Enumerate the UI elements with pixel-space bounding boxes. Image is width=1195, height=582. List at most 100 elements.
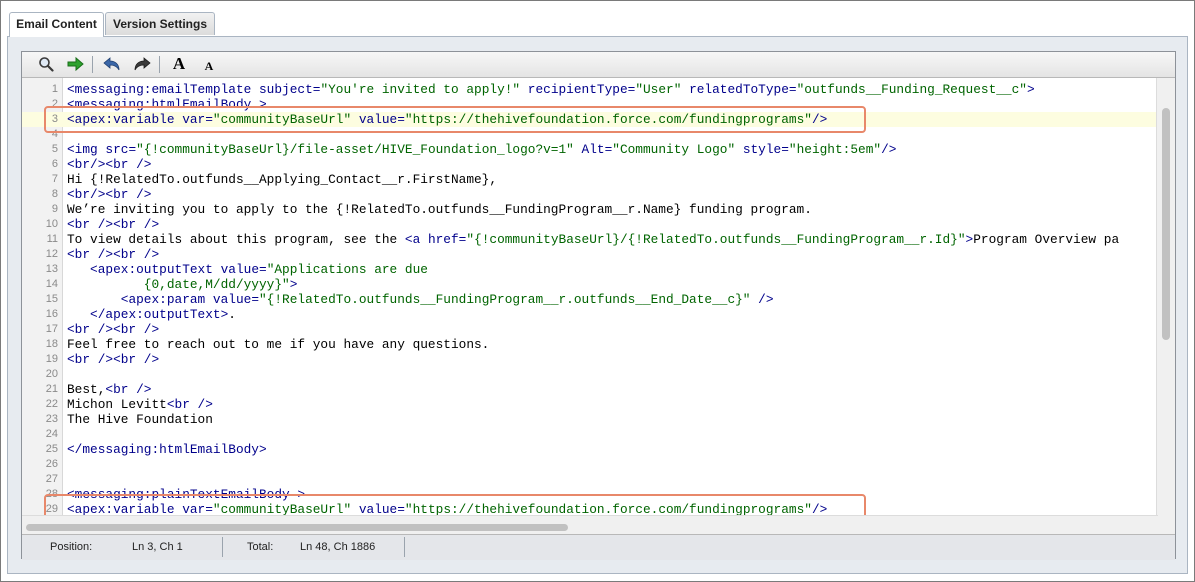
code-line-text: Best,<br /> xyxy=(67,382,151,397)
code-line-text: The Hive Foundation xyxy=(67,412,213,427)
code-line-text: <br /><br /> xyxy=(67,217,159,232)
code-token: "You're invited to apply!" xyxy=(320,82,521,97)
code-line[interactable]: 23 The Hive Foundation xyxy=(22,412,1158,427)
code-token: "{!communityBaseUrl}/file-asset/HIVE_Fou… xyxy=(136,142,574,157)
code-line[interactable]: 10 <br /><br /> xyxy=(22,217,1158,232)
code-line[interactable]: 19 <br /><br /> xyxy=(22,352,1158,367)
code-line[interactable]: 16 </apex:outputText>. xyxy=(22,307,1158,322)
code-token: "height:5em" xyxy=(788,142,882,157)
code-token: "User" xyxy=(635,82,682,97)
code-token: <apex:outputText xyxy=(90,262,221,277)
search-icon[interactable] xyxy=(36,55,56,73)
line-number: 26 xyxy=(45,458,58,470)
status-divider xyxy=(404,537,405,557)
code-line-text: Hi {!RelatedTo.outfunds__Applying_Contac… xyxy=(67,172,497,187)
code-token: <br /> xyxy=(166,397,213,412)
code-token: Program Overview pa xyxy=(973,232,1120,247)
code-token: "Community Logo" xyxy=(612,142,736,157)
code-line[interactable]: 12 <br /><br /> xyxy=(22,247,1158,262)
code-line-text: {0,date,M/dd/yyyy}"> xyxy=(67,277,298,292)
line-number: 27 xyxy=(45,473,58,485)
code-line-text: Michon Levitt<br /> xyxy=(67,397,213,412)
code-line[interactable]: 26 xyxy=(22,457,1158,472)
line-number: 1 xyxy=(51,83,58,95)
code-line[interactable]: 14 {0,date,M/dd/yyyy}"> xyxy=(22,277,1158,292)
line-number: 10 xyxy=(45,218,58,230)
code-token: Feel free to reach out to me if you have… xyxy=(67,337,490,352)
code-token: subject= xyxy=(259,82,321,97)
tab-email-content[interactable]: Email Content xyxy=(9,12,104,37)
code-token: "{!RelatedTo.outfunds__FundingProgram__r… xyxy=(259,292,751,307)
code-line[interactable]: 17 <br /><br /> xyxy=(22,322,1158,337)
code-token: {0,date,M/dd/yyyy}" xyxy=(67,277,290,292)
code-line[interactable]: 24 xyxy=(22,427,1158,442)
horizontal-scroll-thumb[interactable] xyxy=(26,524,568,531)
line-number: 5 xyxy=(51,143,58,155)
toolbar-divider xyxy=(92,56,93,73)
code-token: <messaging:emailTemplate xyxy=(67,82,259,97)
code-token: relatedToType= xyxy=(681,82,797,97)
font-decrease-icon[interactable]: A xyxy=(199,57,219,75)
code-line[interactable]: 15 <apex:param value="{!RelatedTo.outfun… xyxy=(22,292,1158,307)
code-token: "{!communityBaseUrl}/{!RelatedTo.outfund… xyxy=(466,232,966,247)
code-line[interactable]: 21 Best,<br /> xyxy=(22,382,1158,397)
code-token: > xyxy=(289,277,298,292)
line-number: 22 xyxy=(45,398,58,410)
code-line[interactable]: 8 <br/><br /> xyxy=(22,187,1158,202)
go-arrow-icon[interactable] xyxy=(66,55,86,73)
code-line[interactable]: 1 <messaging:emailTemplate subject="You'r… xyxy=(22,82,1158,97)
code-line[interactable]: 6 <br/><br /> xyxy=(22,157,1158,172)
line-number: 13 xyxy=(45,263,58,275)
vertical-scroll-thumb[interactable] xyxy=(1162,108,1170,340)
code-token: recipientType= xyxy=(520,82,636,97)
code-line[interactable]: 5 <img src="{!communityBaseUrl}/file-asse… xyxy=(22,142,1158,157)
line-number: 24 xyxy=(45,428,58,440)
code-line[interactable]: 13 <apex:outputText value="Applications … xyxy=(22,262,1158,277)
line-number: 17 xyxy=(45,323,58,335)
redo-icon[interactable] xyxy=(132,55,152,73)
undo-icon[interactable] xyxy=(102,55,122,73)
editor-toolbar: A A xyxy=(22,52,1175,78)
code-token: /> xyxy=(750,292,774,307)
code-line[interactable]: 18 Feel free to reach out to me if you ha… xyxy=(22,337,1158,352)
code-line[interactable]: 25 </messaging:htmlEmailBody> xyxy=(22,442,1158,457)
code-token: <a xyxy=(404,232,428,247)
code-token: <br/><br /> xyxy=(67,157,152,172)
code-token: src= xyxy=(105,142,137,157)
code-line[interactable]: 22 Michon Levitt<br /> xyxy=(22,397,1158,412)
code-line-text: <br /><br /> xyxy=(67,322,159,337)
line-number: 15 xyxy=(45,293,58,305)
code-token: href= xyxy=(427,232,467,247)
line-number: 9 xyxy=(51,203,58,215)
code-line[interactable]: 7 Hi {!RelatedTo.outfunds__Applying_Conta… xyxy=(22,172,1158,187)
code-token: <apex:param xyxy=(120,292,213,307)
position-label: Position: xyxy=(50,541,93,553)
line-number: 16 xyxy=(45,308,58,320)
code-line[interactable]: 11 To view details about this program, se… xyxy=(22,232,1158,247)
code-token: The Hive Foundation xyxy=(67,412,213,427)
code-text-area[interactable]: 1 <messaging:emailTemplate subject="You'r… xyxy=(22,78,1158,515)
code-token: . xyxy=(228,307,236,322)
tab-version-settings[interactable]: Version Settings xyxy=(105,12,215,35)
code-line[interactable]: 9 We’re inviting you to apply to the {!Re… xyxy=(22,202,1158,217)
code-line-text: To view details about this program, see … xyxy=(67,232,1119,247)
code-token: To view details about this program, see … xyxy=(67,232,405,247)
code-line-text: </apex:outputText>. xyxy=(67,307,236,322)
code-token: style= xyxy=(735,142,789,157)
code-token: "Applications are due xyxy=(266,262,428,277)
total-label: Total: xyxy=(247,541,274,553)
code-token: </messaging:htmlEmailBody> xyxy=(67,442,267,457)
code-token: <img xyxy=(67,142,106,157)
code-line-text: <br/><br /> xyxy=(67,157,151,172)
line-number: 25 xyxy=(45,443,58,455)
code-line[interactable]: 27 xyxy=(22,472,1158,487)
font-increase-icon[interactable]: A xyxy=(169,54,189,73)
code-line[interactable]: 20 xyxy=(22,367,1158,382)
line-number: 23 xyxy=(45,413,58,425)
code-token: /> xyxy=(881,142,897,157)
code-editor: A A 1 <messaging:emailTemplate subject="Y… xyxy=(21,51,1176,560)
code-token: <br /><br /> xyxy=(67,352,160,367)
code-line-text: <br /><br /> xyxy=(67,352,159,367)
vertical-scrollbar[interactable] xyxy=(1156,78,1175,539)
